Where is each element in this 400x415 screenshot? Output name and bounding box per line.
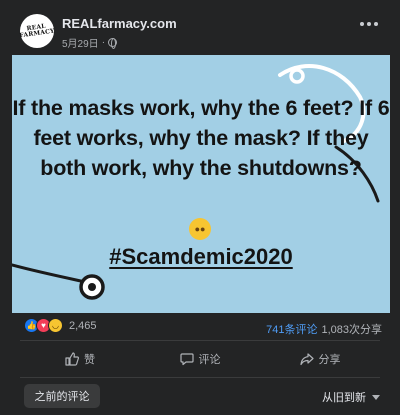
like-button[interactable]: 赞 [20,345,140,373]
comment-button[interactable]: 评论 [140,345,260,373]
previous-comments-button[interactable]: 之前的评论 [24,384,100,408]
comment-icon [179,353,194,366]
action-bar: 赞 评论 分享 [20,345,380,373]
sort-label: 从旧到新 [322,392,366,404]
divider [20,377,380,378]
avatar-logo-text: REAL FARMACY [19,22,56,40]
meta-dot: · [101,37,106,48]
page-name-link[interactable]: REALfarmacy.com [62,16,177,31]
globe-icon [108,38,118,49]
reaction-count: 2,465 [69,319,97,332]
divider [20,340,380,341]
post-card: REAL FARMACY REALfarmacy.com 5月29日 · If … [0,0,400,415]
post-meta: 5月29日 · [62,35,118,50]
post-date[interactable]: 5月29日 [62,35,99,50]
dot-icon [367,22,371,26]
share-button[interactable]: 分享 [260,345,380,373]
like-label: 赞 [84,354,95,366]
thinking-face-icon: ●● [189,218,211,240]
comment-label: 评论 [198,354,221,366]
share-icon [299,353,314,366]
share-count-link[interactable]: 1,083次分享 [321,321,382,337]
post-stats: 741条评论 1,083次分享 [266,321,382,337]
post-header: REAL FARMACY REALfarmacy.com 5月29日 · [0,0,400,56]
dot-icon [374,22,378,26]
reactions-summary[interactable]: 👍 ♥ ◡ 2,465 [24,318,97,333]
comment-sort-dropdown[interactable]: 从旧到新 [322,389,380,405]
chevron-down-icon [372,394,380,400]
share-label: 分享 [318,354,341,366]
post-image[interactable]: If the masks work, why the 6 feet? If 6 … [12,55,390,313]
hashtag-text: #Scamdemic2020 [109,244,293,269]
page-avatar[interactable]: REAL FARMACY [19,14,56,48]
more-options-button[interactable] [360,22,378,26]
thumbs-up-icon [65,352,79,366]
haha-reaction-icon: ◡ [48,318,63,333]
comment-count-link[interactable]: 741条评论 [266,321,317,337]
dot-icon [360,22,364,26]
post-image-text: If the masks work, why the 6 feet? If 6 … [12,96,390,180]
